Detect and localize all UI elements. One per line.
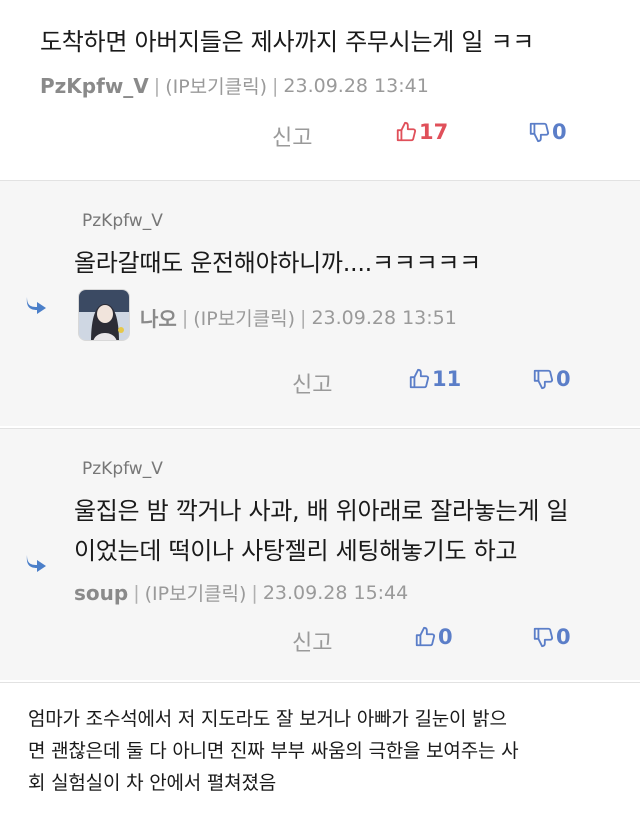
comment-1: 도착하면 아버지들은 제사까지 주무시는게 일 ㅋㅋ PzKpfw_V | (I…: [0, 0, 640, 180]
author-nick[interactable]: 나오: [140, 303, 177, 332]
author-nick[interactable]: soup: [74, 581, 128, 605]
thumbs-down-icon: [529, 122, 550, 143]
avatar-image: [79, 290, 129, 340]
thumbs-up-icon: [396, 121, 417, 142]
like-button[interactable]: 0: [414, 625, 453, 649]
report-button[interactable]: 신고: [272, 120, 312, 152]
thumbs-down-icon: [533, 627, 554, 648]
timestamp: 23.09.28 15:44: [262, 581, 409, 604]
dislike-count: 0: [556, 625, 571, 649]
reply-arrow-icon: [26, 555, 46, 572]
like-button[interactable]: 17: [395, 120, 448, 144]
reply-comment-1: PzKpfw_V 올라갈때도 운전해야하니까....ㅋㅋㅋㅋㅋ 나오 | (IP…: [0, 180, 640, 426]
comment-text-line-2: 이었는데 떡이나 사탕젤리 세팅해놓기도 하고: [74, 537, 518, 565]
reply-target: PzKpfw_V: [82, 211, 163, 231]
separator: |: [300, 306, 307, 329]
post-body: 엄마가 조수석에서 저 지도라도 잘 보거나 아빠가 길눈이 밝으 면 괜찮은데…: [0, 682, 640, 831]
separator: |: [251, 581, 258, 604]
avatar[interactable]: [78, 289, 130, 341]
thumbs-up-icon: [409, 368, 430, 389]
comment-meta: soup | (IP보기클릭) | 23.09.28 15:44: [74, 579, 408, 606]
report-button[interactable]: 신고: [292, 367, 332, 399]
comment-text: 올라갈때도 운전해야하니까....ㅋㅋㅋㅋㅋ: [74, 249, 481, 277]
comment-meta: 나오 | (IP보기클릭) | 23.09.28 13:51: [140, 303, 457, 332]
reply-comment-2: PzKpfw_V 울집은 밤 깍거나 사과, 배 위아래로 잘라놓는게 일 이었…: [0, 428, 640, 680]
dislike-button[interactable]: 0: [528, 120, 567, 144]
dislike-count: 0: [552, 120, 567, 144]
post-line-3: 회 실험실이 차 안에서 펼쳐졌음: [28, 772, 276, 794]
thumbs-up-icon: [415, 626, 436, 647]
reply-target: PzKpfw_V: [82, 459, 163, 479]
separator: |: [133, 581, 140, 604]
separator: |: [272, 74, 279, 97]
dislike-button[interactable]: 0: [532, 625, 571, 649]
ip-link[interactable]: (IP보기클릭): [145, 579, 247, 606]
like-count: 11: [432, 367, 462, 391]
comment-text-line-1: 울집은 밤 깍거나 사과, 배 위아래로 잘라놓는게 일: [74, 497, 569, 525]
report-button[interactable]: 신고: [292, 625, 332, 657]
dislike-count: 0: [556, 367, 571, 391]
comment-text: 도착하면 아버지들은 제사까지 주무시는게 일 ㅋㅋ: [40, 28, 535, 56]
timestamp: 23.09.28 13:51: [311, 306, 457, 329]
post-line-1: 엄마가 조수석에서 저 지도라도 잘 보거나 아빠가 길눈이 밝으: [28, 708, 507, 730]
thumbs-down-icon: [533, 369, 554, 390]
separator: |: [153, 74, 161, 97]
ip-link[interactable]: (IP보기클릭): [165, 72, 267, 99]
reply-arrow-icon: [26, 297, 46, 314]
separator: |: [181, 306, 189, 329]
dislike-button[interactable]: 0: [532, 367, 571, 391]
like-count: 17: [419, 120, 449, 144]
post-paragraph: 엄마가 조수석에서 저 지도라도 잘 보거나 아빠가 길눈이 밝으 면 괜찮은데…: [28, 703, 624, 799]
timestamp: 23.09.28 13:41: [283, 74, 429, 97]
ip-link[interactable]: (IP보기클릭): [193, 304, 295, 331]
post-line-2: 면 괜찮은데 둘 다 아니면 진짜 부부 싸움의 극한을 보여주는 사: [28, 740, 519, 762]
like-button[interactable]: 11: [408, 367, 461, 391]
author-nick[interactable]: PzKpfw_V: [40, 74, 149, 98]
comment-meta: PzKpfw_V | (IP보기클릭) | 23.09.28 13:41: [40, 72, 429, 99]
like-count: 0: [438, 625, 453, 649]
